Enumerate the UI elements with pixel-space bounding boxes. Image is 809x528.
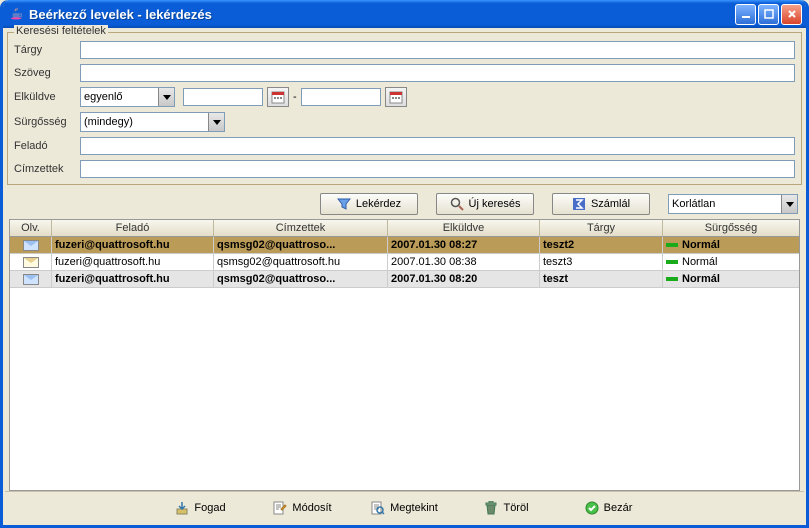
cell-surg: Normál	[663, 271, 799, 287]
table-row[interactable]: fuzeri@quattrosoft.hu qsmsg02@quattroso.…	[10, 271, 799, 288]
maximize-button[interactable]	[758, 4, 779, 25]
input-cimzettek[interactable]	[80, 160, 795, 178]
envelope-open-icon	[23, 257, 39, 268]
limit-value: Korlátlan	[672, 198, 715, 210]
lekerdez-button[interactable]: Lekérdez	[320, 193, 418, 215]
col-olv[interactable]: Olv.	[10, 220, 52, 237]
cell-elkuldve: 2007.01.30 08:38	[388, 254, 540, 270]
input-targy[interactable]	[80, 41, 795, 59]
envelope-closed-icon	[23, 274, 39, 285]
cell-olv	[10, 254, 52, 270]
cell-targy: teszt2	[540, 237, 663, 253]
col-cimzettek[interactable]: Címzettek	[214, 220, 388, 237]
table-row[interactable]: fuzeri@quattrosoft.hu qsmsg02@quattroso.…	[10, 237, 799, 254]
cell-elkuldve: 2007.01.30 08:20	[388, 271, 540, 287]
torol-button[interactable]: Töröl	[462, 501, 552, 515]
trash-icon	[484, 501, 498, 515]
sigma-icon	[572, 197, 586, 211]
cell-elkuldve: 2007.01.30 08:27	[388, 237, 540, 253]
cell-cimzettek: qsmsg02@quattroso...	[214, 237, 388, 253]
label-elkuldve: Elküldve	[14, 91, 80, 103]
chevron-down-icon	[781, 195, 797, 213]
fogad-button[interactable]: Fogad	[156, 501, 246, 515]
cell-targy: teszt3	[540, 254, 663, 270]
calendar-icon	[271, 90, 285, 104]
priority-normal-icon	[666, 260, 678, 264]
calendar2-button[interactable]	[385, 87, 407, 107]
cell-cimzettek: qsmsg02@quattroso...	[214, 271, 388, 287]
cell-surg: Normál	[663, 254, 799, 270]
edit-icon	[273, 501, 287, 515]
table-row[interactable]: fuzeri@quattrosoft.hu qsmsg02@quattrosof…	[10, 254, 799, 271]
limit-combo[interactable]: Korlátlan	[668, 194, 798, 214]
col-targy[interactable]: Tárgy	[540, 220, 663, 237]
compare-value: egyenlő	[84, 91, 123, 103]
col-surgosseg[interactable]: Sürgősség	[663, 220, 799, 237]
cell-targy: teszt	[540, 271, 663, 287]
label-felado: Feladó	[14, 140, 80, 152]
label-surgosseg: Sürgősség	[14, 116, 80, 128]
fieldset-legend: Keresési feltételek	[14, 25, 108, 37]
calendar1-button[interactable]	[267, 87, 289, 107]
date1-input[interactable]	[183, 88, 263, 106]
compare-combo[interactable]: egyenlő	[80, 87, 175, 107]
input-szoveg[interactable]	[80, 64, 795, 82]
priority-normal-icon	[666, 277, 678, 281]
surgosseg-value: (mindegy)	[84, 116, 133, 128]
search-fieldset: Keresési feltételek Tárgy Szöveg Elküldv…	[7, 32, 802, 185]
content-area: Keresési feltételek Tárgy Szöveg Elküldv…	[3, 28, 806, 525]
input-felado[interactable]	[80, 137, 795, 155]
bezar-button[interactable]: Bezár	[564, 501, 654, 515]
java-icon	[9, 6, 25, 22]
titlebar[interactable]: Beérkező levelek - lekérdezés	[3, 0, 806, 28]
cell-felado: fuzeri@quattrosoft.hu	[52, 237, 214, 253]
cell-surg: Normál	[663, 237, 799, 253]
window-buttons	[735, 4, 802, 25]
label-cimzettek: Címzettek	[14, 163, 80, 175]
chevron-down-icon	[208, 113, 224, 131]
main-window: Beérkező levelek - lekérdezés Keresési f…	[0, 0, 809, 528]
receive-icon	[175, 501, 189, 515]
bottom-toolbar: Fogad Módosít Megtekint Töröl Bezár	[5, 491, 804, 523]
envelope-closed-icon	[23, 240, 39, 251]
window-title: Beérkező levelek - lekérdezés	[29, 7, 735, 22]
col-elkuldve[interactable]: Elküldve	[388, 220, 540, 237]
cell-felado: fuzeri@quattrosoft.hu	[52, 254, 214, 270]
date2-input[interactable]	[301, 88, 381, 106]
ok-icon	[585, 501, 599, 515]
chevron-down-icon	[158, 88, 174, 106]
cell-olv	[10, 271, 52, 287]
surgosseg-combo[interactable]: (mindegy)	[80, 112, 225, 132]
megtekint-button[interactable]: Megtekint	[360, 501, 450, 515]
table-header: Olv. Feladó Címzettek Elküldve Tárgy Sür…	[10, 220, 799, 237]
col-felado[interactable]: Feladó	[52, 220, 214, 237]
szamlal-button[interactable]: Számlál	[552, 193, 650, 215]
priority-normal-icon	[666, 243, 678, 247]
close-button[interactable]	[781, 4, 802, 25]
cell-cimzettek: qsmsg02@quattrosoft.hu	[214, 254, 388, 270]
label-szoveg: Szöveg	[14, 67, 80, 79]
modosit-button[interactable]: Módosít	[258, 501, 348, 515]
cell-felado: fuzeri@quattrosoft.hu	[52, 271, 214, 287]
date-separator: -	[293, 91, 297, 103]
search-icon	[450, 197, 464, 211]
results-table: Olv. Feladó Címzettek Elküldve Tárgy Sür…	[9, 219, 800, 491]
cell-olv	[10, 237, 52, 253]
middle-toolbar: Lekérdez Új keresés Számlál Korlátlan	[5, 187, 804, 219]
label-targy: Tárgy	[14, 44, 80, 56]
ujkereses-button[interactable]: Új keresés	[436, 193, 534, 215]
calendar-icon	[389, 90, 403, 104]
filter-icon	[337, 197, 351, 211]
view-icon	[371, 501, 385, 515]
minimize-button[interactable]	[735, 4, 756, 25]
